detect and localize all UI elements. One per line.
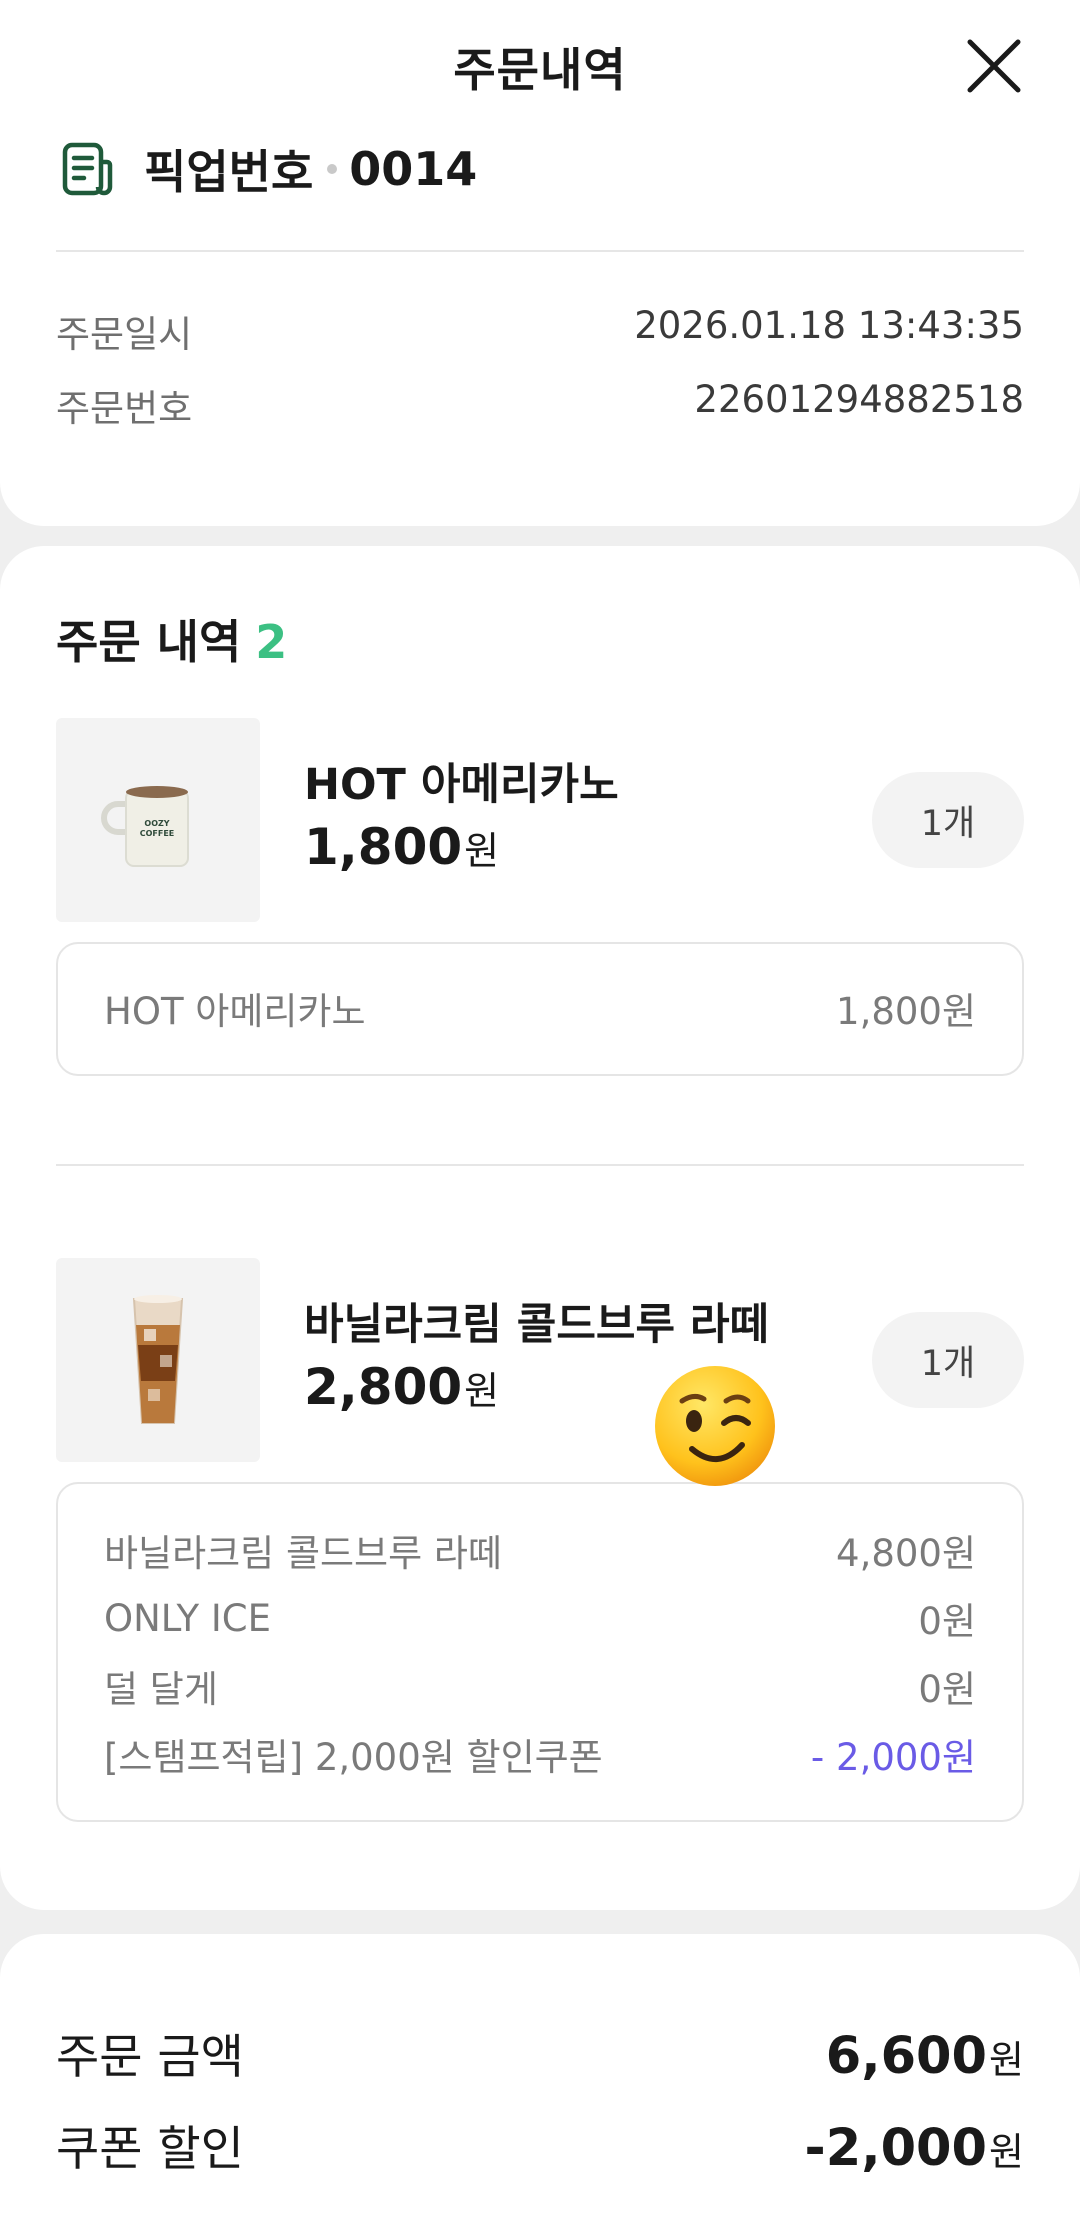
order-datetime-row: 주문일시 2026.01.18 13:43:35 bbox=[56, 304, 1024, 358]
order-list-title-text: 주문 내역 bbox=[56, 615, 242, 669]
discount-price: - 2,000원 bbox=[810, 1736, 976, 1779]
close-icon bbox=[967, 39, 1021, 93]
option-row: ONLY ICE 0원 bbox=[58, 1584, 1022, 1652]
winking-face-emoji bbox=[655, 1366, 775, 1486]
order-datetime-label: 주문일시 bbox=[56, 313, 193, 356]
option-row: 덜 달게 0원 bbox=[58, 1652, 1022, 1720]
order-amount-number: 6,600 bbox=[825, 2027, 988, 2086]
order-amount-value: 6,600원 bbox=[826, 2027, 1024, 2086]
order-amount-label: 주문 금액 bbox=[56, 2030, 244, 2085]
coupon-discount-value: -2,000원 bbox=[805, 2119, 1024, 2178]
quantity-badge: 1개 bbox=[872, 1312, 1024, 1408]
option-price: 0원 bbox=[918, 1600, 976, 1643]
option-row: [스탬프적립] 2,000원 할인쿠폰 - 2,000원 bbox=[58, 1720, 1022, 1788]
currency-unit: 원 bbox=[989, 2130, 1024, 2174]
coupon-amount-number: -2,000 bbox=[804, 2119, 988, 2178]
option-name: HOT 아메리카노 bbox=[104, 990, 366, 1033]
item-price: 1,800원 bbox=[304, 818, 499, 876]
option-price: 4,800원 bbox=[836, 1532, 976, 1575]
separator-dot bbox=[327, 164, 338, 174]
option-row: 바닐라크림 콜드브루 라떼 4,800원 bbox=[58, 1516, 1022, 1584]
order-amount-row: 주문 금액 6,600원 bbox=[56, 2018, 1024, 2087]
divider bbox=[56, 250, 1024, 252]
pickup-number: 0014 bbox=[349, 142, 478, 196]
pickup-label: 픽업번호 bbox=[144, 145, 314, 199]
svg-text:COFFEE: COFFEE bbox=[140, 829, 175, 838]
option-name: 바닐라크림 콜드브루 라떼 bbox=[104, 1532, 502, 1575]
currency-unit: 원 bbox=[464, 829, 500, 873]
item-price: 2,800원 bbox=[304, 1358, 499, 1416]
item-thumbnail: OOZY COFFEE bbox=[56, 718, 260, 922]
order-number-row: 주문번호 22601294882518 bbox=[56, 378, 1024, 432]
option-row: HOT 아메리카노 1,800원 bbox=[58, 974, 1022, 1042]
order-datetime-value: 2026.01.18 13:43:35 bbox=[634, 304, 1024, 347]
coupon-discount-label: 쿠폰 할인 bbox=[56, 2122, 244, 2177]
quantity-badge: 1개 bbox=[872, 772, 1024, 868]
coupon-discount-row: 쿠폰 할인 -2,000원 bbox=[56, 2110, 1024, 2179]
receipt-icon bbox=[62, 142, 113, 196]
page-title: 주문내역 bbox=[453, 43, 627, 97]
item-option-box: HOT 아메리카노 1,800원 bbox=[56, 942, 1024, 1076]
option-name: ONLY ICE bbox=[104, 1596, 271, 1640]
item-thumbnail bbox=[56, 1258, 260, 1462]
option-price: 0원 bbox=[918, 1668, 976, 1711]
order-number-label: 주문번호 bbox=[56, 387, 193, 430]
option-name: [스탬프적립] 2,000원 할인쿠폰 bbox=[104, 1736, 603, 1779]
payment-summary-card: 주문 금액 6,600원 쿠폰 할인 -2,000원 bbox=[0, 1934, 1080, 2234]
item-divider bbox=[56, 1164, 1024, 1166]
option-price: 1,800원 bbox=[836, 990, 976, 1033]
svg-text:OOZY: OOZY bbox=[144, 819, 169, 828]
order-items-card: 주문 내역 2 OOZY COFFEE HOT 아메리카노 1,800원 1개 H… bbox=[0, 546, 1080, 1910]
item-name: HOT 아메리카노 bbox=[304, 760, 619, 810]
close-button[interactable] bbox=[966, 38, 1022, 94]
currency-unit: 원 bbox=[464, 1369, 500, 1413]
order-count: 2 bbox=[255, 615, 288, 669]
item-name: 바닐라크림 콜드브루 라떼 bbox=[304, 1300, 770, 1350]
item-option-box: 바닐라크림 콜드브루 라떼 4,800원 ONLY ICE 0원 덜 달게 0원… bbox=[56, 1482, 1024, 1822]
order-header-card: 주문내역 픽업번호 0014 주문일시 2026.01.18 13:43:35 … bbox=[0, 0, 1080, 526]
item-price-value: 2,800 bbox=[304, 1358, 463, 1416]
order-number-value: 22601294882518 bbox=[694, 378, 1024, 421]
option-name: 덜 달게 bbox=[104, 1668, 218, 1711]
order-list-title: 주문 내역 2 bbox=[56, 606, 287, 672]
item-price-value: 1,800 bbox=[304, 818, 463, 876]
iced-latte-image bbox=[132, 1295, 184, 1424]
pickup-number-row: 픽업번호 0014 bbox=[58, 136, 477, 202]
currency-unit: 원 bbox=[989, 2038, 1024, 2082]
coffee-mug-image: OOZY COFFEE bbox=[101, 786, 189, 867]
